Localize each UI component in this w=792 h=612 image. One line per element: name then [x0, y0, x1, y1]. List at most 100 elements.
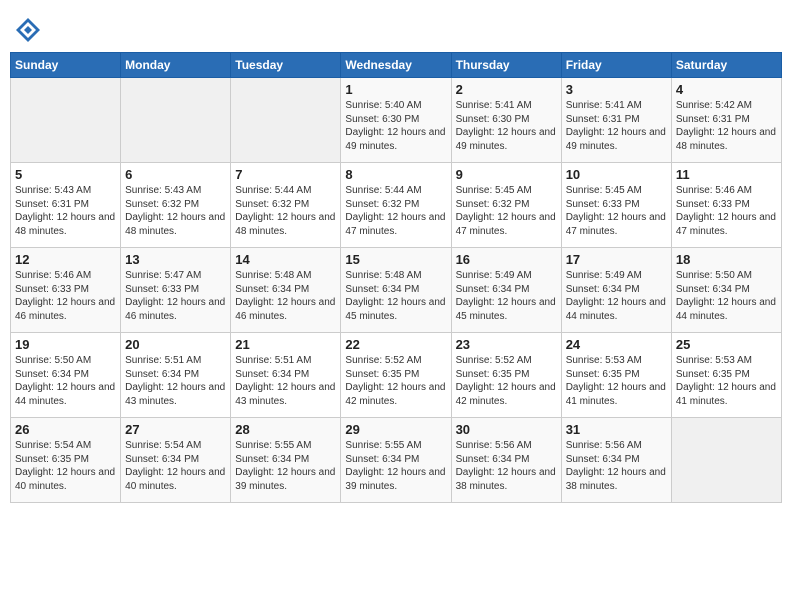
day-cell: 7 Sunrise: 5:44 AM Sunset: 6:32 PM Daylig…	[231, 163, 341, 248]
week-row-5: 26 Sunrise: 5:54 AM Sunset: 6:35 PM Dayli…	[11, 418, 782, 503]
column-header-saturday: Saturday	[671, 53, 781, 78]
day-number: 11	[676, 167, 777, 182]
column-header-sunday: Sunday	[11, 53, 121, 78]
day-number: 25	[676, 337, 777, 352]
day-info: Sunrise: 5:56 AM Sunset: 6:34 PM Dayligh…	[456, 439, 557, 493]
logo-icon	[14, 16, 42, 44]
day-number: 7	[235, 167, 336, 182]
day-info: Sunrise: 5:54 AM Sunset: 6:34 PM Dayligh…	[125, 439, 226, 493]
day-number: 6	[125, 167, 226, 182]
day-info: Sunrise: 5:48 AM Sunset: 6:34 PM Dayligh…	[235, 269, 336, 323]
day-number: 17	[566, 252, 667, 267]
day-number: 10	[566, 167, 667, 182]
day-info: Sunrise: 5:54 AM Sunset: 6:35 PM Dayligh…	[15, 439, 116, 493]
day-number: 31	[566, 422, 667, 437]
day-cell: 10Sunrise: 5:45 AM Sunset: 6:33 PM Dayli…	[561, 163, 671, 248]
column-header-wednesday: Wednesday	[341, 53, 451, 78]
column-header-monday: Monday	[121, 53, 231, 78]
column-header-tuesday: Tuesday	[231, 53, 341, 78]
page-header	[10, 10, 782, 44]
day-number: 20	[125, 337, 226, 352]
day-info: Sunrise: 5:40 AM Sunset: 6:30 PM Dayligh…	[345, 99, 446, 153]
day-cell: 29 Sunrise: 5:55 AM Sunset: 6:34 PM Dayli…	[341, 418, 451, 503]
week-row-3: 12 Sunrise: 5:46 AM Sunset: 6:33 PM Dayli…	[11, 248, 782, 333]
day-info: Sunrise: 5:41 AM Sunset: 6:30 PM Dayligh…	[456, 99, 557, 153]
day-cell: 14 Sunrise: 5:48 AM Sunset: 6:34 PM Dayli…	[231, 248, 341, 333]
day-cell: 31Sunrise: 5:56 AM Sunset: 6:34 PM Dayli…	[561, 418, 671, 503]
day-cell: 28 Sunrise: 5:55 AM Sunset: 6:34 PM Dayli…	[231, 418, 341, 503]
day-cell: 20 Sunrise: 5:51 AM Sunset: 6:34 PM Dayli…	[121, 333, 231, 418]
day-cell: 6 Sunrise: 5:43 AM Sunset: 6:32 PM Daylig…	[121, 163, 231, 248]
day-number: 13	[125, 252, 226, 267]
day-info: Sunrise: 5:51 AM Sunset: 6:34 PM Dayligh…	[125, 354, 226, 408]
day-number: 26	[15, 422, 116, 437]
day-cell: 9Sunrise: 5:45 AM Sunset: 6:32 PM Daylig…	[451, 163, 561, 248]
day-info: Sunrise: 5:44 AM Sunset: 6:32 PM Dayligh…	[235, 184, 336, 238]
day-number: 24	[566, 337, 667, 352]
day-number: 23	[456, 337, 557, 352]
day-info: Sunrise: 5:55 AM Sunset: 6:34 PM Dayligh…	[235, 439, 336, 493]
day-info: Sunrise: 5:52 AM Sunset: 6:35 PM Dayligh…	[456, 354, 557, 408]
day-cell: 12 Sunrise: 5:46 AM Sunset: 6:33 PM Dayli…	[11, 248, 121, 333]
day-cell: 2 Sunrise: 5:41 AM Sunset: 6:30 PM Daylig…	[451, 78, 561, 163]
day-info: Sunrise: 5:47 AM Sunset: 6:33 PM Dayligh…	[125, 269, 226, 323]
day-cell: 25 Sunrise: 5:53 AM Sunset: 6:35 PM Dayli…	[671, 333, 781, 418]
day-cell: 17 Sunrise: 5:49 AM Sunset: 6:34 PM Dayli…	[561, 248, 671, 333]
day-number: 15	[345, 252, 446, 267]
day-info: Sunrise: 5:53 AM Sunset: 6:35 PM Dayligh…	[566, 354, 667, 408]
column-header-thursday: Thursday	[451, 53, 561, 78]
day-info: Sunrise: 5:53 AM Sunset: 6:35 PM Dayligh…	[676, 354, 777, 408]
day-cell: 22 Sunrise: 5:52 AM Sunset: 6:35 PM Dayli…	[341, 333, 451, 418]
day-number: 29	[345, 422, 446, 437]
day-cell: 4Sunrise: 5:42 AM Sunset: 6:31 PM Daylig…	[671, 78, 781, 163]
week-row-4: 19Sunrise: 5:50 AM Sunset: 6:34 PM Dayli…	[11, 333, 782, 418]
day-number: 28	[235, 422, 336, 437]
day-number: 1	[345, 82, 446, 97]
day-info: Sunrise: 5:50 AM Sunset: 6:34 PM Dayligh…	[676, 269, 777, 323]
week-row-1: 1 Sunrise: 5:40 AM Sunset: 6:30 PM Daylig…	[11, 78, 782, 163]
day-cell	[231, 78, 341, 163]
calendar-table: SundayMondayTuesdayWednesdayThursdayFrid…	[10, 52, 782, 503]
day-cell: 21Sunrise: 5:51 AM Sunset: 6:34 PM Dayli…	[231, 333, 341, 418]
day-cell: 11 Sunrise: 5:46 AM Sunset: 6:33 PM Dayli…	[671, 163, 781, 248]
day-cell: 13 Sunrise: 5:47 AM Sunset: 6:33 PM Dayli…	[121, 248, 231, 333]
day-cell: 1 Sunrise: 5:40 AM Sunset: 6:30 PM Daylig…	[341, 78, 451, 163]
day-number: 14	[235, 252, 336, 267]
day-number: 19	[15, 337, 116, 352]
day-cell: 24 Sunrise: 5:53 AM Sunset: 6:35 PM Dayli…	[561, 333, 671, 418]
day-info: Sunrise: 5:51 AM Sunset: 6:34 PM Dayligh…	[235, 354, 336, 408]
day-info: Sunrise: 5:48 AM Sunset: 6:34 PM Dayligh…	[345, 269, 446, 323]
day-info: Sunrise: 5:46 AM Sunset: 6:33 PM Dayligh…	[15, 269, 116, 323]
day-info: Sunrise: 5:52 AM Sunset: 6:35 PM Dayligh…	[345, 354, 446, 408]
day-info: Sunrise: 5:43 AM Sunset: 6:32 PM Dayligh…	[125, 184, 226, 238]
day-cell: 3 Sunrise: 5:41 AM Sunset: 6:31 PM Daylig…	[561, 78, 671, 163]
day-info: Sunrise: 5:42 AM Sunset: 6:31 PM Dayligh…	[676, 99, 777, 153]
day-info: Sunrise: 5:41 AM Sunset: 6:31 PM Dayligh…	[566, 99, 667, 153]
day-cell: 23 Sunrise: 5:52 AM Sunset: 6:35 PM Dayli…	[451, 333, 561, 418]
day-number: 12	[15, 252, 116, 267]
day-info: Sunrise: 5:49 AM Sunset: 6:34 PM Dayligh…	[456, 269, 557, 323]
day-number: 18	[676, 252, 777, 267]
day-cell	[671, 418, 781, 503]
day-info: Sunrise: 5:46 AM Sunset: 6:33 PM Dayligh…	[676, 184, 777, 238]
day-number: 30	[456, 422, 557, 437]
day-number: 16	[456, 252, 557, 267]
day-cell: 16 Sunrise: 5:49 AM Sunset: 6:34 PM Dayli…	[451, 248, 561, 333]
column-header-friday: Friday	[561, 53, 671, 78]
day-number: 8	[345, 167, 446, 182]
week-row-2: 5Sunrise: 5:43 AM Sunset: 6:31 PM Daylig…	[11, 163, 782, 248]
day-number: 3	[566, 82, 667, 97]
day-cell: 8Sunrise: 5:44 AM Sunset: 6:32 PM Daylig…	[341, 163, 451, 248]
day-cell: 26 Sunrise: 5:54 AM Sunset: 6:35 PM Dayli…	[11, 418, 121, 503]
day-number: 2	[456, 82, 557, 97]
day-info: Sunrise: 5:49 AM Sunset: 6:34 PM Dayligh…	[566, 269, 667, 323]
day-cell: 15 Sunrise: 5:48 AM Sunset: 6:34 PM Dayli…	[341, 248, 451, 333]
day-number: 22	[345, 337, 446, 352]
day-number: 27	[125, 422, 226, 437]
logo	[14, 16, 44, 44]
day-info: Sunrise: 5:55 AM Sunset: 6:34 PM Dayligh…	[345, 439, 446, 493]
day-info: Sunrise: 5:43 AM Sunset: 6:31 PM Dayligh…	[15, 184, 116, 238]
day-cell: 19Sunrise: 5:50 AM Sunset: 6:34 PM Dayli…	[11, 333, 121, 418]
day-number: 9	[456, 167, 557, 182]
header-row: SundayMondayTuesdayWednesdayThursdayFrid…	[11, 53, 782, 78]
